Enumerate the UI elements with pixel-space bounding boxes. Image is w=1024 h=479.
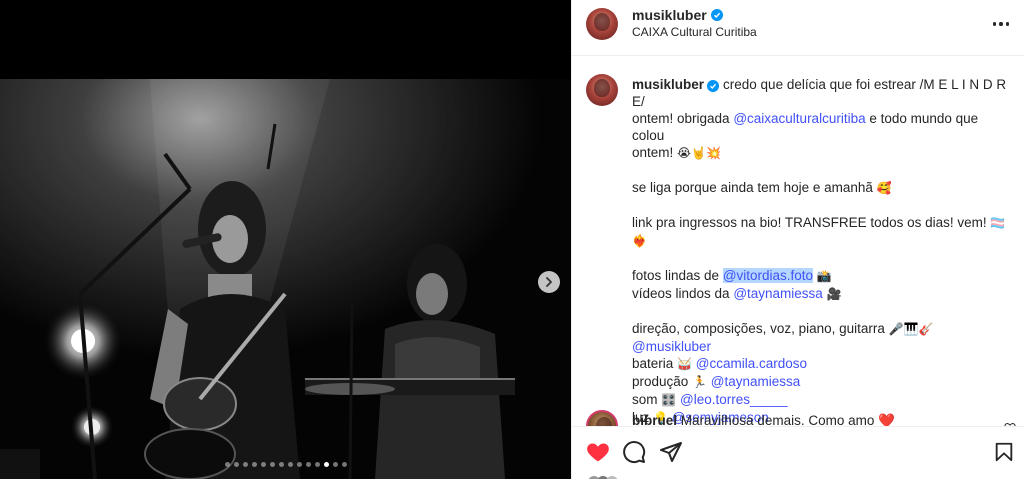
caption-author-avatar[interactable] <box>586 74 618 106</box>
caption-text: som <box>632 392 662 407</box>
commenter-username[interactable]: bibruel <box>632 413 677 426</box>
carousel-dot <box>287 462 293 467</box>
emoji: 😭🤘💥 <box>677 146 721 160</box>
caption-text: ontem! obrigada <box>632 111 734 126</box>
caption-line: ontem! 😭🤘💥 <box>632 144 1014 162</box>
carousel-dot <box>314 462 320 467</box>
caption-line: bateria 🥁 @ccamila.cardoso <box>632 355 1014 373</box>
mention-link[interactable]: @ccamila.cardoso <box>696 356 807 371</box>
caption-text: bateria <box>632 356 678 371</box>
post-media <box>0 0 571 479</box>
carousel-dot <box>224 462 230 467</box>
verified-badge-icon <box>707 80 720 92</box>
caption-text: vídeos lindos da <box>632 286 734 301</box>
carousel-dot <box>341 462 347 467</box>
comment-text: bibruel Maravilhosa demais. Como amo ❤️ <box>632 413 895 426</box>
post-detail-panel: musikluber CAIXA Cultural Curitiba musik… <box>571 0 1024 479</box>
carousel-dot <box>242 462 248 467</box>
caption-text: ontem! <box>632 145 678 160</box>
next-photo-button[interactable] <box>538 271 560 293</box>
carousel-dot <box>332 462 338 467</box>
caption-blank-line <box>632 303 1014 320</box>
paper-plane-icon <box>660 442 682 462</box>
save-button[interactable] <box>990 438 1018 466</box>
carousel-dot <box>233 462 239 467</box>
caption-line: som 🎛️ @leo.torres_____ <box>632 391 1014 409</box>
heart-filled-icon <box>587 443 609 462</box>
carousel-indicator <box>0 462 571 467</box>
more-options-button[interactable] <box>991 14 1011 34</box>
author-avatar[interactable] <box>586 8 618 40</box>
caption-username[interactable]: musikluber <box>632 77 704 92</box>
post-actions-bar <box>572 426 1024 479</box>
emoji: 🎥 <box>826 287 842 301</box>
concert-photo[interactable] <box>0 79 571 479</box>
caption-blank-line <box>632 250 1014 267</box>
comment-button[interactable] <box>620 438 648 466</box>
caption-text: fotos lindas de <box>632 268 723 283</box>
mention-link[interactable]: @vitordias.foto <box>722 268 814 283</box>
emoji: 🥰 <box>876 181 892 195</box>
post-caption: musikluber credo que delícia que foi estr… <box>632 76 1014 426</box>
chevron-right-icon <box>546 277 552 287</box>
caption-line: ontem! obrigada @caixaculturalcuritiba e… <box>632 110 1014 144</box>
carousel-dot <box>260 462 266 467</box>
post-location[interactable]: CAIXA Cultural Curitiba <box>632 25 757 39</box>
more-horizontal-icon <box>992 22 997 26</box>
more-dot <box>1005 22 1010 26</box>
caption-line: link pra ingressos na bio! TRANSFREE tod… <box>632 214 1014 250</box>
carousel-dot <box>269 462 275 467</box>
caption-text: se liga porque ainda tem hoje e amanhã <box>632 180 877 195</box>
caption-line: @musikluber <box>632 338 1014 355</box>
mention-link[interactable]: @taynamiessa <box>711 374 801 389</box>
caption-text: direção, composições, voz, piano, guitar… <box>632 321 889 336</box>
mention-link[interactable]: @musikluber <box>632 339 711 354</box>
emoji: 🎤🎹🎸 <box>888 322 934 336</box>
caption-blank-line <box>632 197 1014 214</box>
mention-link[interactable]: @leo.torres_____ <box>680 392 788 407</box>
more-dot <box>999 22 1003 26</box>
caption-line: vídeos lindos da @taynamiessa 🎥 <box>632 285 1014 303</box>
verified-badge-icon <box>710 9 723 21</box>
comment-bubble-icon <box>623 441 646 464</box>
author-row: musikluber <box>632 7 723 23</box>
carousel-dot <box>323 462 329 467</box>
carousel-dot <box>278 462 284 467</box>
carousel-dot <box>296 462 302 467</box>
share-button[interactable] <box>657 438 685 466</box>
caption-text: produção <box>632 374 693 389</box>
caption-text: link pra ingressos na bio! TRANSFREE tod… <box>632 215 991 230</box>
author-username[interactable]: musikluber <box>632 7 707 23</box>
emoji: 📸 <box>816 269 832 283</box>
like-button[interactable] <box>584 438 612 466</box>
emoji: 🎛️ <box>661 393 677 407</box>
comment-item: bibruel Maravilhosa demais. Como amo ❤️ <box>586 410 1016 426</box>
commenter-avatar[interactable] <box>586 410 618 426</box>
bookmark-icon <box>995 442 1013 462</box>
caption-line: produção 🏃 @taynamiessa <box>632 373 1014 391</box>
post-header: musikluber CAIXA Cultural Curitiba <box>572 0 1024 56</box>
caption-line: se liga porque ainda tem hoje e amanhã 🥰 <box>632 179 1014 197</box>
caption-line: direção, composições, voz, piano, guitar… <box>632 320 1014 338</box>
carousel-dot <box>251 462 257 467</box>
emoji: 🏃 <box>692 375 707 389</box>
mention-link[interactable]: @caixaculturalcuritiba <box>733 111 865 126</box>
caption-line: fotos lindas de @vitordias.foto 📸 <box>632 267 1014 285</box>
mention-link[interactable]: @taynamiessa <box>733 286 823 301</box>
liker-avatars[interactable] <box>588 474 628 479</box>
carousel-dot <box>305 462 311 467</box>
caption-blank-line <box>632 162 1014 179</box>
comments-section[interactable]: musikluber credo que delícia que foi estr… <box>572 56 1024 426</box>
emoji: 🥁 <box>677 357 692 371</box>
comment-body: Maravilhosa demais. Como amo ❤️ <box>680 413 895 426</box>
caption-line: musikluber credo que delícia que foi estr… <box>632 76 1014 110</box>
